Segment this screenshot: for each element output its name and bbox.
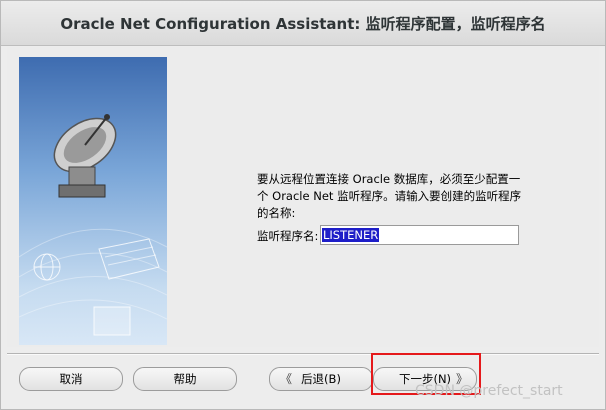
content-area: 要从远程位置连接 Oracle 数据库，必须至少配置一个 Oracle Net … [7, 47, 599, 347]
button-separator [7, 353, 599, 355]
listener-name-value: LISTENER [322, 228, 380, 242]
cancel-button-label: 取消 [59, 372, 83, 386]
satellite-dish-icon [53, 114, 117, 198]
illustration-panel [19, 57, 167, 345]
dialog-window: Oracle Net Configuration Assistant: 监听程序… [0, 0, 606, 410]
back-button[interactable]: 《 后退(B) [269, 367, 373, 391]
document-icon [93, 306, 131, 336]
listener-name-label: 监听程序名: [257, 229, 319, 243]
window-title: Oracle Net Configuration Assistant: 监听程序… [60, 15, 546, 33]
title-bar[interactable]: Oracle Net Configuration Assistant: 监听程序… [1, 1, 605, 46]
watermark: CSDN @prefect_start [415, 383, 563, 399]
listener-name-row: 监听程序名: LISTENER [257, 225, 527, 247]
cancel-button[interactable]: 取消 [19, 367, 123, 391]
back-button-label: 后退(B) [301, 372, 341, 386]
globe-icon [33, 253, 61, 281]
listener-name-input[interactable]: LISTENER [320, 225, 519, 245]
back-arrow-icon: 《 [280, 372, 293, 386]
keyboard-icon [98, 238, 160, 280]
description-text: 要从远程位置连接 Oracle 数据库，必须至少配置一个 Oracle Net … [257, 172, 522, 220]
illustration-graphic [19, 114, 167, 336]
help-button-label: 帮助 [173, 372, 197, 386]
listener-form: 要从远程位置连接 Oracle 数据库，必须至少配置一个 Oracle Net … [257, 171, 527, 245]
help-button[interactable]: 帮助 [133, 367, 237, 391]
